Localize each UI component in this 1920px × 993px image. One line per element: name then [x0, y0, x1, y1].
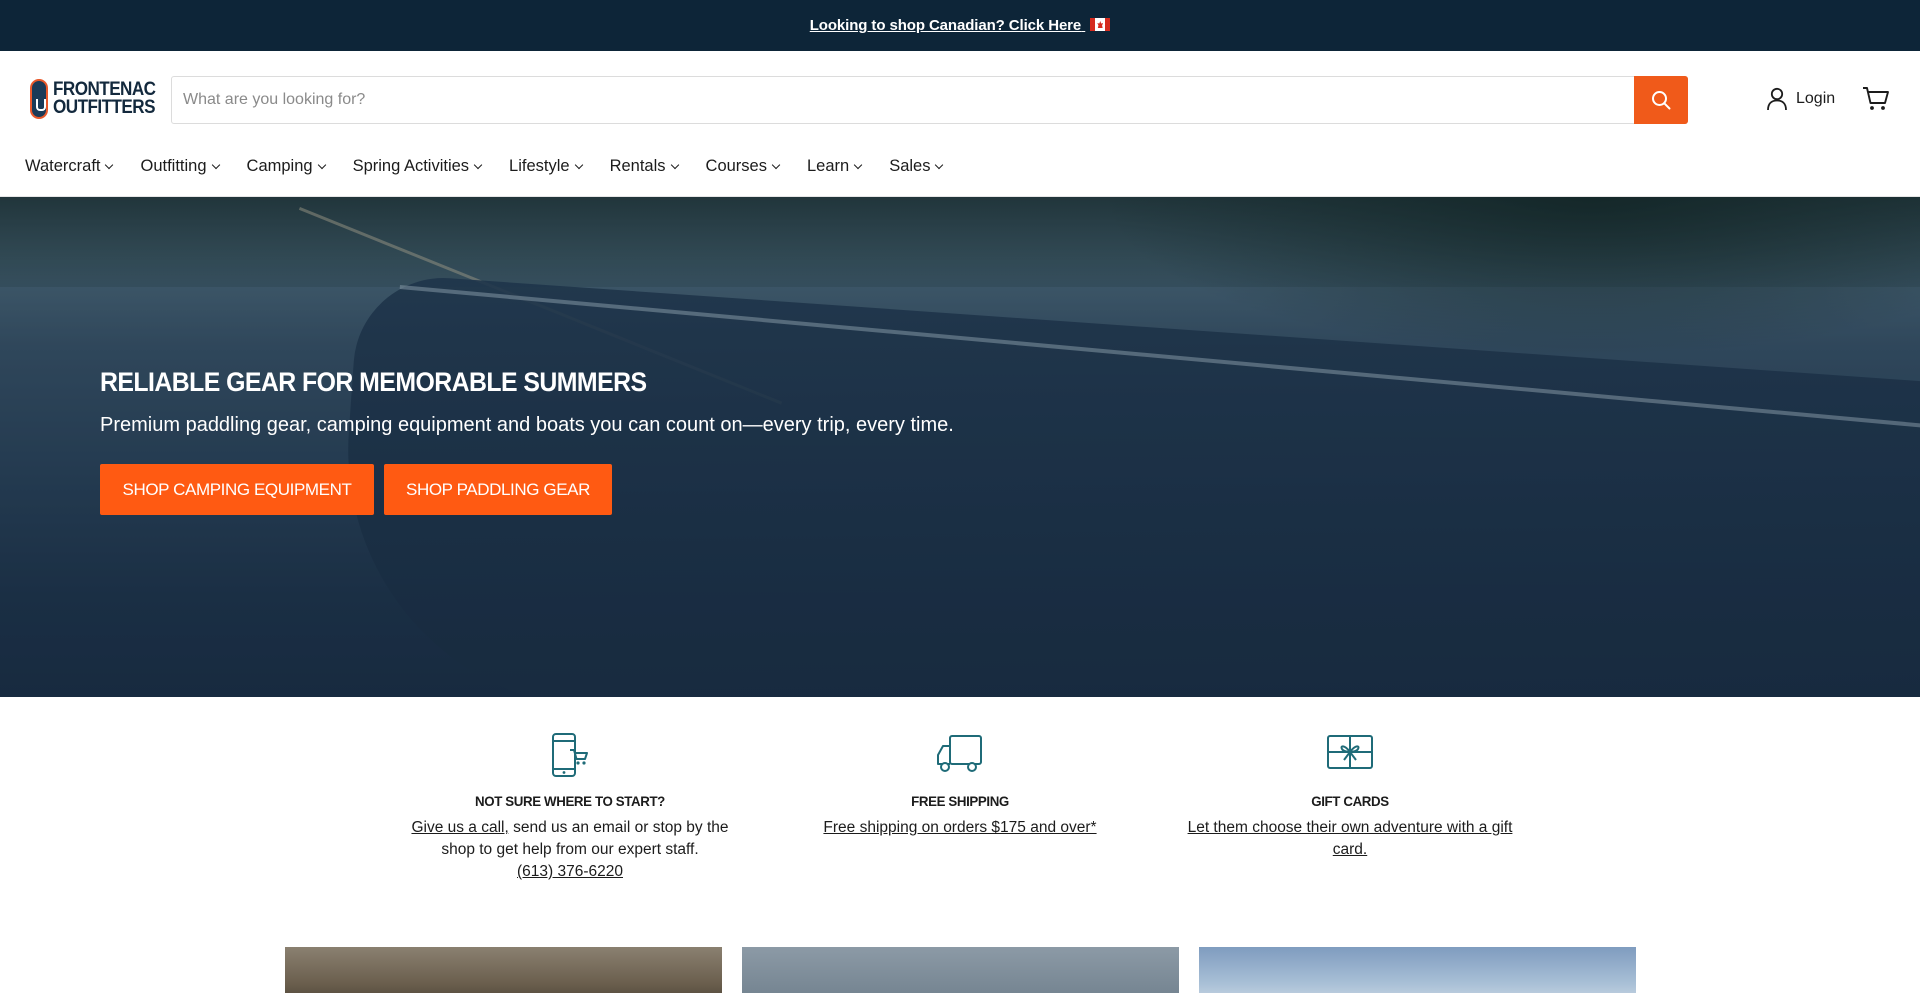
category-tile-image[interactable] [742, 947, 1179, 993]
announcement-link[interactable]: Looking to shop Canadian? Click Here [810, 17, 1111, 34]
canada-flag-icon [1090, 18, 1111, 31]
nav-item-courses[interactable]: Courses [706, 157, 781, 176]
cart-icon [1863, 87, 1889, 110]
hero-title: RELIABLE GEAR FOR MEMORABLE SUMMERS [100, 367, 647, 397]
feature-shipping-text: Free shipping on orders $175 and over* [800, 817, 1120, 839]
logo-line-2: OUTFITTERS [53, 97, 155, 118]
search-button[interactable] [1634, 76, 1688, 124]
feature-shipping: FREE SHIPPING Free shipping on orders $1… [800, 732, 1120, 839]
main-nav: Watercraft Outfitting Camping Spring Act… [25, 157, 970, 176]
nav-item-camping[interactable]: Camping [247, 157, 326, 176]
nav-item-rentals[interactable]: Rentals [610, 157, 679, 176]
nav-item-learn[interactable]: Learn [807, 157, 863, 176]
logo-wordmark: FRONTENAC OUTFITTERS [53, 80, 156, 118]
search-bar [171, 76, 1688, 124]
category-tile-image[interactable] [1199, 947, 1636, 993]
announcement-bar: Looking to shop Canadian? Click Here [0, 0, 1920, 51]
nav-item-outfitting[interactable]: Outfitting [140, 157, 220, 176]
hero-banner: RELIABLE GEAR FOR MEMORABLE SUMMERS Prem… [0, 197, 1920, 697]
logo[interactable]: FRONTENAC OUTFITTERS [30, 79, 167, 119]
site-header: FRONTENAC OUTFITTERS Login Watercraft Ou… [0, 51, 1920, 197]
feature-gift-cards: GIFT CARDS Let them choose their own adv… [1170, 732, 1530, 861]
chevron-down-icon [771, 160, 781, 170]
logo-paddle-icon [30, 79, 48, 119]
chevron-down-icon [574, 160, 583, 170]
free-shipping-link[interactable]: Free shipping on orders $175 and over* [823, 819, 1096, 836]
nav-item-spring-activities[interactable]: Spring Activities [353, 157, 483, 176]
feature-help-text: Give us a call, send us an email or stop… [411, 819, 729, 880]
hero-buttons: SHOP CAMPING EQUIPMENT SHOP PADDLING GEA… [100, 464, 954, 515]
feature-help: NOT SURE WHERE TO START? Give us a call,… [400, 732, 740, 883]
login-link[interactable]: Login [1766, 87, 1835, 111]
category-tile-image[interactable] [285, 947, 722, 993]
search-input[interactable] [172, 77, 1634, 123]
chevron-down-icon [935, 160, 944, 170]
chevron-down-icon [473, 160, 483, 170]
features-row: NOT SURE WHERE TO START? Give us a call,… [0, 697, 1920, 947]
call-us-link[interactable]: Give us a call, [411, 819, 508, 836]
gift-card-icon [1327, 735, 1373, 769]
login-label: Login [1796, 90, 1836, 107]
user-icon [1767, 87, 1787, 111]
hero-content: RELIABLE GEAR FOR MEMORABLE SUMMERS Prem… [100, 367, 954, 515]
nav-item-watercraft[interactable]: Watercraft [25, 157, 114, 176]
feature-gift-cards-text: Let them choose their own adventure with… [1170, 817, 1530, 861]
phone-link[interactable]: (613) 376-6220 [517, 863, 623, 880]
shop-paddling-button[interactable]: SHOP PADDLING GEAR [384, 464, 612, 515]
chevron-down-icon [670, 160, 679, 170]
feature-gift-cards-title: GIFT CARDS [1311, 793, 1389, 809]
search-icon [1652, 91, 1671, 110]
chevron-down-icon [105, 160, 114, 170]
shop-camping-button[interactable]: SHOP CAMPING EQUIPMENT [100, 464, 374, 515]
chevron-down-icon [317, 160, 326, 170]
truck-icon [937, 735, 982, 772]
feature-shipping-title: FREE SHIPPING [911, 793, 1009, 809]
feature-help-title: NOT SURE WHERE TO START? [475, 793, 665, 809]
gift-card-link[interactable]: Let them choose their own adventure with… [1188, 819, 1513, 858]
category-tiles [285, 947, 1636, 993]
chevron-down-icon [853, 160, 863, 170]
nav-item-sales[interactable]: Sales [889, 157, 944, 176]
cart-button[interactable] [1862, 86, 1890, 117]
hero-subtitle: Premium paddling gear, camping equipment… [100, 414, 954, 436]
phone-cart-icon [552, 733, 588, 777]
chevron-down-icon [211, 160, 220, 170]
nav-item-lifestyle[interactable]: Lifestyle [509, 157, 583, 176]
